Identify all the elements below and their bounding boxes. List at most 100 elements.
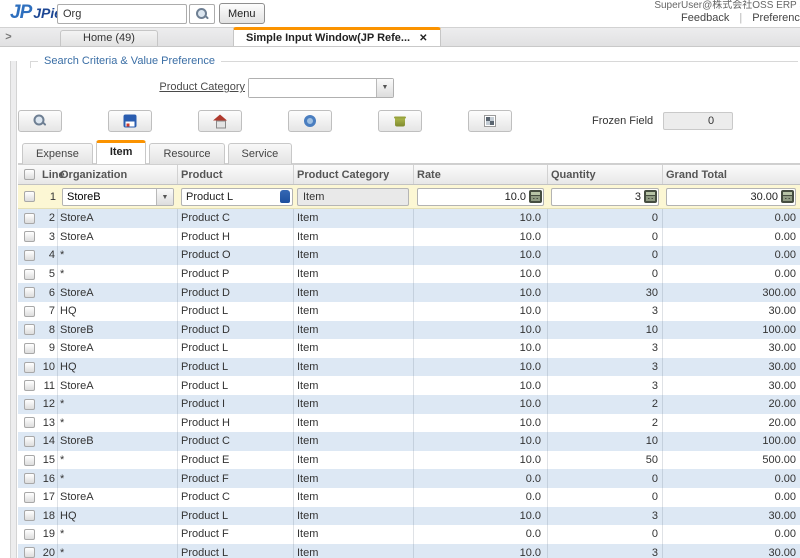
table-row[interactable]: 8 StoreB Product D Item 10.0 10 100.00 (18, 321, 800, 340)
tab-expense[interactable]: Expense (22, 143, 93, 164)
cell-rate: 10.0 (414, 544, 548, 558)
table-row[interactable]: 10 HQ Product L Item 10.0 3 30.00 (18, 358, 800, 377)
calculator-icon[interactable] (644, 190, 657, 203)
table-row[interactable]: 13 * Product H Item 10.0 2 20.00 (18, 414, 800, 433)
header-links: Feedback|Preference (681, 12, 800, 24)
table-row[interactable]: 7 HQ Product L Item 10.0 3 30.00 (18, 302, 800, 321)
grand-total-input[interactable] (666, 188, 796, 206)
chevron-down-icon[interactable]: ▼ (156, 189, 173, 205)
tab-service[interactable]: Service (228, 143, 293, 164)
table-row[interactable]: 15 * Product E Item 10.0 50 500.00 (18, 451, 800, 470)
save-button[interactable] (108, 110, 152, 132)
column-header-organization[interactable]: Organization (58, 165, 178, 184)
product-category-input[interactable] (249, 79, 376, 97)
row-checkbox[interactable] (24, 324, 35, 335)
cell-line: 5 (40, 265, 58, 284)
find-button[interactable] (18, 110, 62, 132)
cell-quantity: 3 (548, 507, 663, 526)
product-category-combobox[interactable]: ▼ (248, 78, 394, 98)
tab-resource[interactable]: Resource (149, 143, 224, 164)
row-checkbox[interactable] (24, 231, 35, 242)
table-row[interactable]: 4 * Product O Item 10.0 0 0.00 (18, 246, 800, 265)
table-row[interactable]: 17 StoreA Product C Item 0.0 0 0.00 (18, 488, 800, 507)
cell-line: 4 (40, 246, 58, 265)
cell-product: Product H (178, 414, 294, 433)
row-checkbox[interactable] (24, 269, 35, 280)
edit-row[interactable]: 1 ▼ Item (18, 185, 800, 209)
row-checkbox[interactable] (24, 343, 35, 354)
cell-product-category: Item (294, 469, 414, 488)
home-button[interactable] (198, 110, 242, 132)
row-checkbox[interactable] (24, 250, 35, 261)
chevron-down-icon[interactable]: ▼ (376, 79, 393, 97)
organization-input[interactable] (63, 189, 156, 205)
feedback-link[interactable]: Feedback (681, 12, 729, 24)
preference-link[interactable]: Preference (752, 12, 800, 24)
chevron-right-icon[interactable]: > (2, 30, 15, 44)
table-row[interactable]: 19 * Product F Item 0.0 0 0.00 (18, 525, 800, 544)
calculator-icon[interactable] (781, 190, 794, 203)
table-row[interactable]: 5 * Product P Item 10.0 0 0.00 (18, 265, 800, 284)
cell-line: 17 (40, 488, 58, 507)
row-checkbox[interactable] (24, 529, 35, 540)
row-checkbox[interactable] (24, 547, 35, 558)
product-lookup-icon[interactable] (280, 190, 290, 203)
row-checkbox[interactable] (24, 306, 35, 317)
row-checkbox[interactable] (24, 510, 35, 521)
product-input[interactable] (181, 188, 293, 206)
tab-home[interactable]: Home (49) (60, 30, 158, 46)
table-row[interactable]: 18 HQ Product L Item 10.0 3 30.00 (18, 507, 800, 526)
column-header-product[interactable]: Product (178, 165, 294, 184)
table-row[interactable]: 12 * Product I Item 10.0 2 20.00 (18, 395, 800, 414)
row-checkbox[interactable] (24, 362, 35, 373)
organization-combobox[interactable]: ▼ (62, 188, 174, 206)
user-account-text: SuperUser@株式会社OSS ERP S (654, 0, 800, 11)
select-all-checkbox[interactable] (24, 169, 35, 180)
table-row[interactable]: 16 * Product F Item 0.0 0 0.00 (18, 469, 800, 488)
row-checkbox[interactable] (24, 191, 35, 202)
table-row[interactable]: 9 StoreA Product L Item 10.0 3 30.00 (18, 339, 800, 358)
product-category-label[interactable]: Product Category (30, 81, 245, 93)
global-search-input[interactable] (57, 4, 187, 24)
tab-item[interactable]: Item (96, 140, 147, 164)
row-checkbox[interactable] (24, 399, 35, 410)
table-row[interactable]: 20 * Product L Item 10.0 3 30.00 (18, 544, 800, 558)
row-checkbox[interactable] (24, 492, 35, 503)
delete-button[interactable] (378, 110, 422, 132)
data-grid: Line Organization Product Product Catego… (18, 164, 800, 558)
close-icon[interactable]: ✕ (419, 33, 427, 44)
rate-input[interactable] (417, 188, 544, 206)
row-checkbox[interactable] (24, 417, 35, 428)
row-checkbox[interactable] (24, 436, 35, 447)
requery-button[interactable] (288, 110, 332, 132)
row-checkbox[interactable] (24, 213, 35, 224)
cell-organization: * (58, 395, 178, 414)
table-row[interactable]: 6 StoreA Product D Item 10.0 30 300.00 (18, 283, 800, 302)
tab-simple-input-window[interactable]: Simple Input Window(JP Refe... ✕ (233, 27, 441, 46)
column-header-line[interactable]: Line (40, 165, 58, 184)
table-row[interactable]: 11 StoreA Product L Item 10.0 3 30.00 (18, 376, 800, 395)
row-checkbox[interactable] (24, 287, 35, 298)
column-header-quantity[interactable]: Quantity (548, 165, 663, 184)
menu-button[interactable]: Menu (219, 3, 265, 24)
row-checkbox[interactable] (24, 473, 35, 484)
row-checkbox[interactable] (24, 380, 35, 391)
row-checkbox[interactable] (24, 455, 35, 466)
frozen-field-input[interactable] (663, 112, 733, 130)
collapsed-west-panel[interactable] (10, 61, 17, 558)
cell-organization: * (58, 451, 178, 470)
quantity-input[interactable] (551, 188, 659, 206)
cell-quantity: 0 (548, 246, 663, 265)
column-header-grand-total[interactable]: Grand Total (663, 165, 800, 184)
cell-line: 8 (40, 321, 58, 340)
table-row[interactable]: 14 StoreB Product C Item 10.0 10 100.00 (18, 432, 800, 451)
table-row[interactable]: 3 StoreA Product H Item 10.0 0 0.00 (18, 228, 800, 247)
global-search-button[interactable] (189, 4, 215, 24)
column-header-rate[interactable]: Rate (414, 165, 548, 184)
zoom-across-button[interactable] (468, 110, 512, 132)
home-icon (213, 115, 227, 128)
cell-grand-total: 0.00 (663, 488, 800, 507)
calculator-icon[interactable] (529, 190, 542, 203)
table-row[interactable]: 2 StoreA Product C Item 10.0 0 0.00 (18, 209, 800, 228)
column-header-category[interactable]: Product Category (294, 165, 414, 184)
